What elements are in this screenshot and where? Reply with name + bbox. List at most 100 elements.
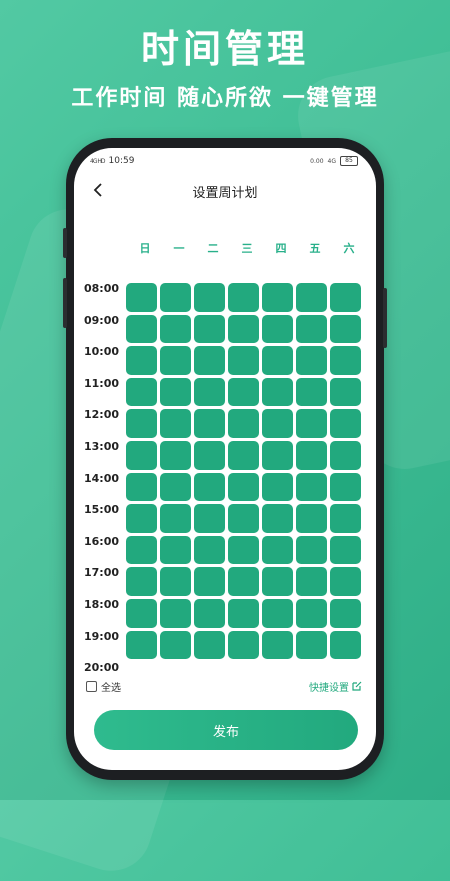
time-label: 09:00 [84,313,120,327]
schedule-cell[interactable] [194,377,225,407]
schedule-cell[interactable] [330,504,361,533]
schedule-cell[interactable] [194,504,225,533]
schedule-cell[interactable] [126,504,157,533]
schedule-cell[interactable] [160,440,191,470]
schedule-cell[interactable] [296,377,327,407]
schedule-cell[interactable] [330,535,361,565]
schedule-cell[interactable] [296,567,327,596]
nav-bar: 设置周计划 [74,178,376,202]
schedule-cell[interactable] [330,440,361,470]
phone-frame: 4G HD 10:59 0.00 4G 85 设置周计划 日 一 二 三 四 五 六 08:… [63,138,387,780]
schedule-cell[interactable] [126,377,157,407]
schedule-cell[interactable] [262,472,293,502]
schedule-cell[interactable] [330,283,361,312]
select-all-label[interactable]: 全选 [101,679,121,694]
schedule-cell[interactable] [296,535,327,565]
schedule-cell[interactable] [228,440,259,470]
schedule-cell[interactable] [126,409,157,438]
schedule-cell[interactable] [126,346,157,375]
schedule-cell[interactable] [330,598,361,628]
schedule-cell[interactable] [126,567,157,596]
schedule-cell[interactable] [228,377,259,407]
schedule-cell[interactable] [296,283,327,312]
phone-side-button [63,278,67,328]
schedule-cell[interactable] [160,283,191,312]
schedule-cell[interactable] [262,346,293,375]
schedule-cell[interactable] [262,440,293,470]
schedule-cell[interactable] [262,377,293,407]
schedule-cell[interactable] [160,630,191,660]
schedule-cell[interactable] [126,535,157,565]
schedule-cell[interactable] [194,283,225,312]
schedule-cell[interactable] [330,567,361,596]
schedule-cell[interactable] [160,346,191,375]
schedule-cell[interactable] [194,630,225,660]
schedule-cell[interactable] [330,472,361,502]
schedule-cell[interactable] [228,567,259,596]
schedule-cell[interactable] [126,314,157,344]
schedule-cell[interactable] [160,598,191,628]
schedule-cell[interactable] [160,377,191,407]
schedule-cell[interactable] [194,535,225,565]
time-label: 11:00 [84,376,120,390]
schedule-cell[interactable] [126,630,157,660]
schedule-cell[interactable] [228,535,259,565]
quick-set-link[interactable]: 快捷设置 [309,679,362,694]
schedule-cell[interactable] [262,598,293,628]
schedule-cell[interactable] [228,472,259,502]
net-speed: 0.00 [310,157,324,165]
publish-button[interactable]: 发布 [94,710,358,750]
time-label: 20:00 [84,661,120,675]
schedule-cell[interactable] [262,504,293,533]
schedule-cell[interactable] [160,504,191,533]
schedule-cell[interactable] [262,535,293,565]
schedule-cell[interactable] [262,630,293,660]
schedule-cell[interactable] [126,440,157,470]
schedule-cell[interactable] [160,409,191,438]
schedule-cell[interactable] [330,346,361,375]
schedule-cell[interactable] [330,377,361,407]
schedule-cell[interactable] [262,409,293,438]
schedule-cell[interactable] [296,598,327,628]
schedule-cell[interactable] [330,630,361,660]
schedule-cell[interactable] [126,598,157,628]
schedule-cell[interactable] [126,472,157,502]
schedule-cell[interactable] [296,440,327,470]
schedule-cell[interactable] [228,504,259,533]
schedule-cell[interactable] [228,409,259,438]
schedule-cell[interactable] [160,567,191,596]
schedule-cell[interactable] [296,314,327,344]
schedule-cell[interactable] [262,567,293,596]
schedule-cell[interactable] [228,314,259,344]
schedule-cell[interactable] [262,283,293,312]
schedule-cell[interactable] [194,346,225,375]
schedule-cell[interactable] [296,346,327,375]
edit-icon [352,681,362,691]
schedule-cell[interactable] [296,409,327,438]
schedule-cell[interactable] [194,409,225,438]
weekday-label: 日 [139,242,151,255]
schedule-cell[interactable] [296,630,327,660]
schedule-cell[interactable] [194,440,225,470]
phone-side-button [383,288,387,348]
schedule-cell[interactable] [194,567,225,596]
schedule-cell[interactable] [194,598,225,628]
schedule-cell[interactable] [296,504,327,533]
phone-screen: 4G HD 10:59 0.00 4G 85 设置周计划 日 一 二 三 四 五 六 08:… [74,148,376,770]
schedule-cell[interactable] [194,314,225,344]
schedule-cell[interactable] [160,535,191,565]
time-label: 10:00 [84,345,120,359]
schedule-cell[interactable] [228,598,259,628]
select-all-checkbox[interactable] [86,680,97,692]
schedule-cell[interactable] [330,314,361,344]
schedule-cell[interactable] [126,283,157,312]
schedule-cell[interactable] [296,472,327,502]
schedule-cell[interactable] [228,630,259,660]
schedule-cell[interactable] [330,409,361,438]
schedule-cell[interactable] [194,472,225,502]
schedule-cell[interactable] [228,283,259,312]
schedule-cell[interactable] [228,346,259,375]
schedule-cell[interactable] [262,314,293,344]
schedule-cell[interactable] [160,314,191,344]
schedule-cell[interactable] [160,472,191,502]
